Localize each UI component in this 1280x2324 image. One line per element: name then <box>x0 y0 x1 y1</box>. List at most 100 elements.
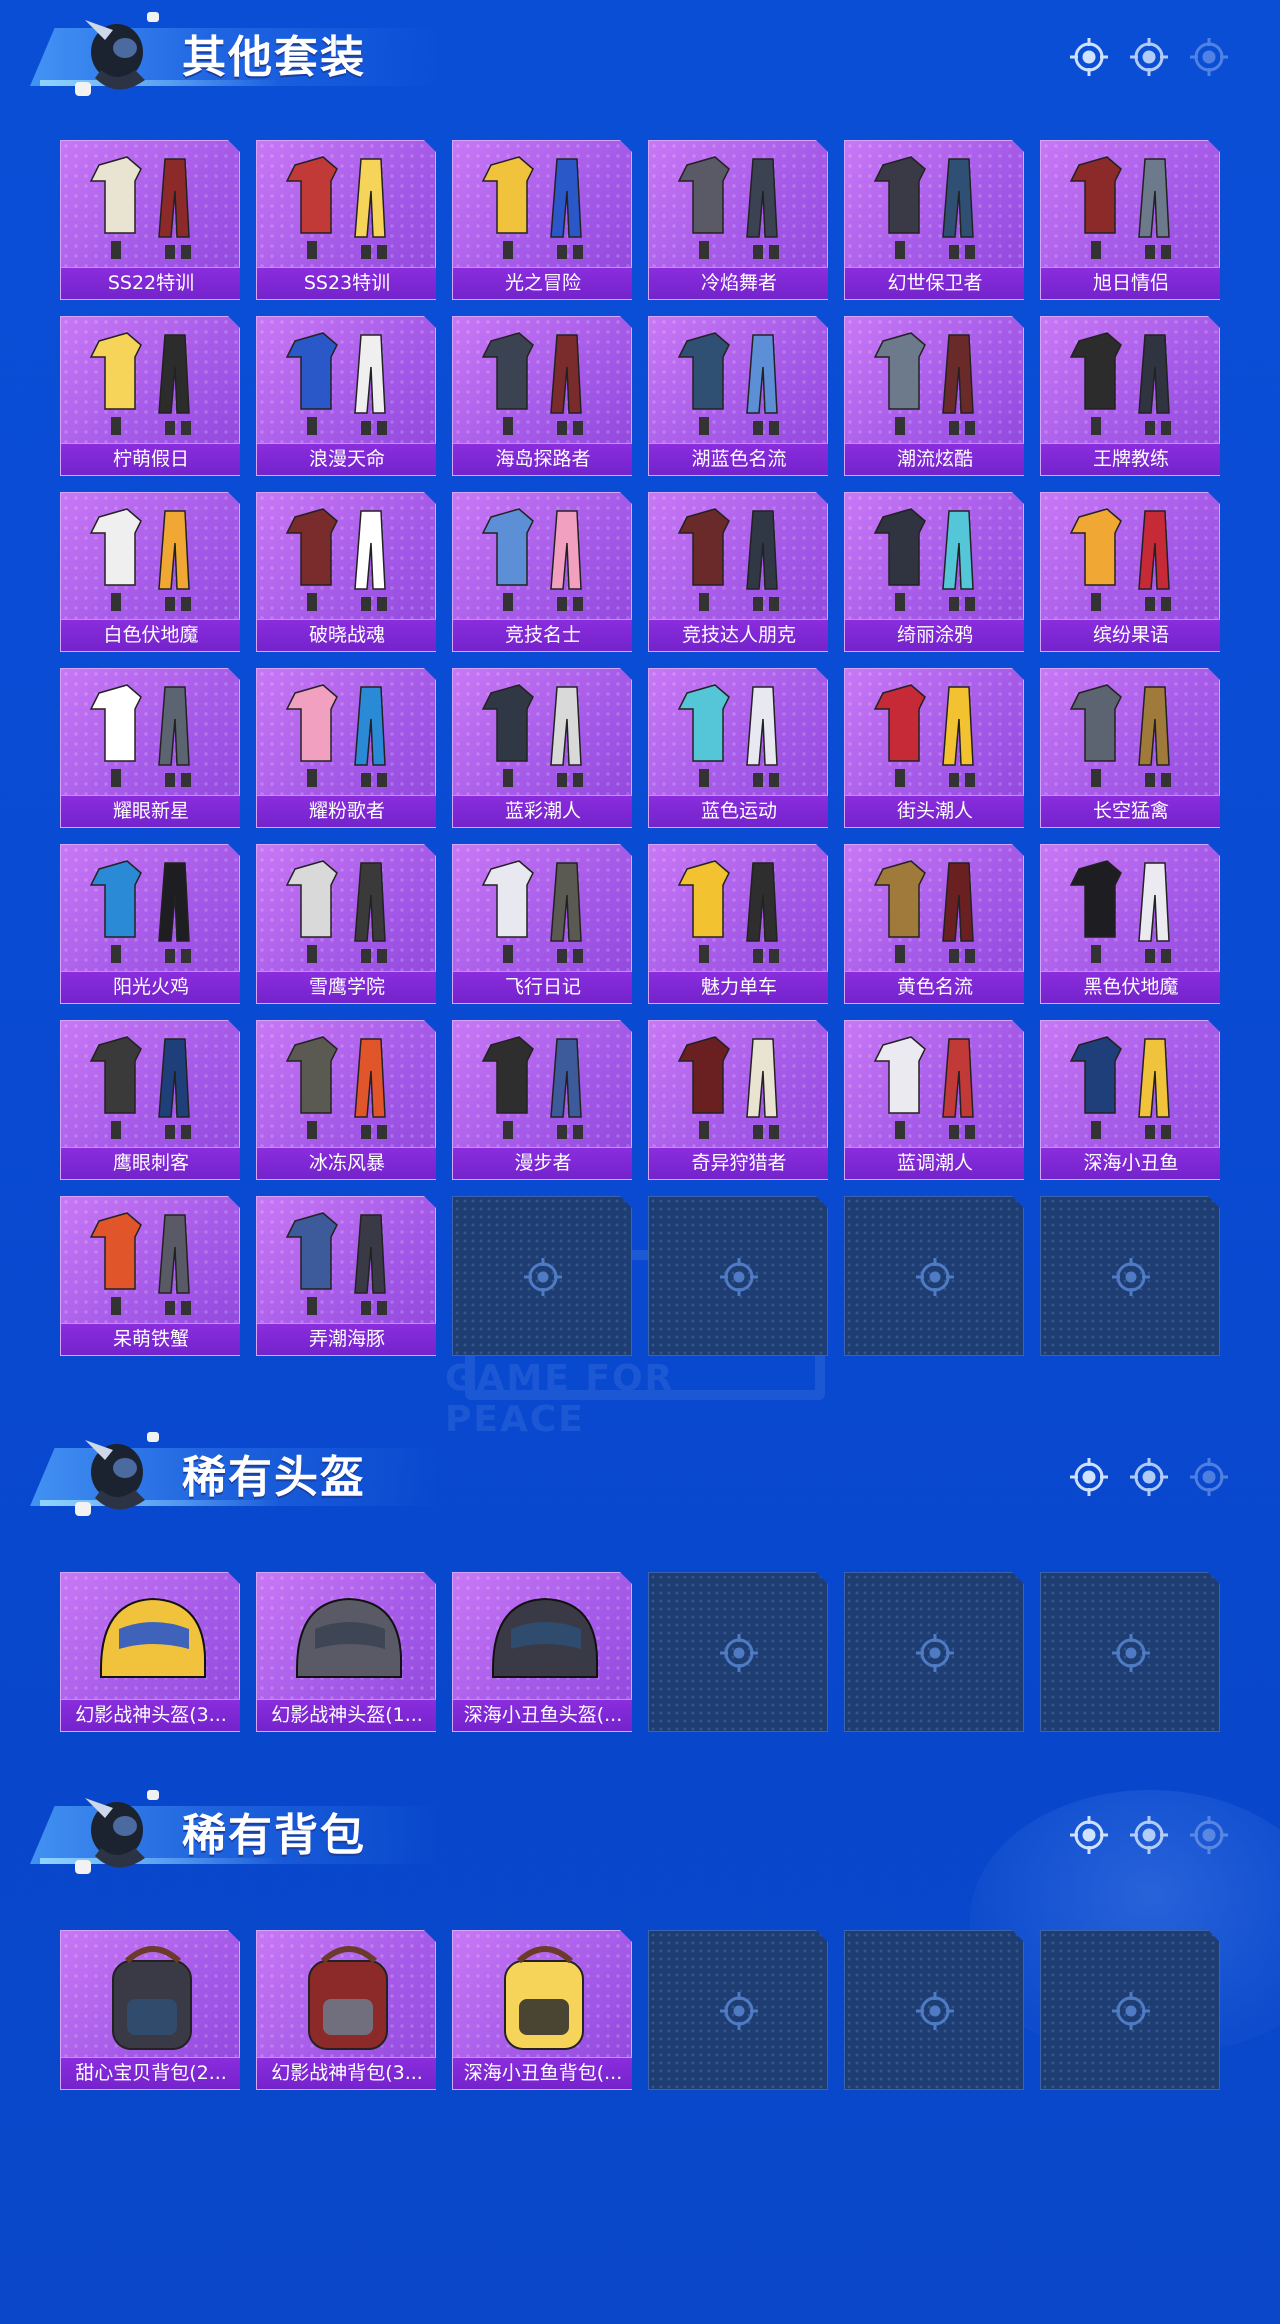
item-card[interactable]: 漫步者 <box>452 1020 632 1180</box>
outfit-image <box>481 508 583 611</box>
item-card[interactable]: 幻世保卫者 <box>844 140 1024 300</box>
item-card[interactable]: 柠萌假日 <box>60 316 240 476</box>
item-card[interactable]: 鹰眼刺客 <box>60 1020 240 1180</box>
item-name: 白色伏地魔 <box>61 619 240 651</box>
outfit-image <box>285 156 387 259</box>
outfit-image <box>677 156 779 259</box>
item-name: 耀眼新星 <box>61 795 240 827</box>
item-card[interactable]: 潮流炫酷 <box>844 316 1024 476</box>
item-card[interactable]: 绮丽涂鸦 <box>844 492 1024 652</box>
item-card[interactable]: 呆萌铁蟹 <box>60 1196 240 1356</box>
item-card[interactable]: 黄色名流 <box>844 844 1024 1004</box>
item-card[interactable]: 蓝调潮人 <box>844 1020 1024 1180</box>
crosshair-icon <box>1130 38 1168 76</box>
outfit-image <box>89 332 191 435</box>
item-card[interactable]: 深海小丑鱼背包(... <box>452 1930 632 2090</box>
item-name: 甜心宝贝背包(2... <box>61 2057 240 2089</box>
item-card[interactable]: 深海小丑鱼 <box>1040 1020 1220 1180</box>
outfit-image <box>873 508 975 611</box>
item-card[interactable]: 竞技名士 <box>452 492 632 652</box>
outfit-image <box>285 1036 387 1139</box>
item-card[interactable]: 阳光火鸡 <box>60 844 240 1004</box>
item-name: 旭日情侣 <box>1041 267 1220 299</box>
item-card[interactable]: 长空猛禽 <box>1040 668 1220 828</box>
item-card[interactable]: 耀眼新星 <box>60 668 240 828</box>
item-name: 潮流炫酷 <box>845 443 1024 475</box>
empty-slot <box>648 1572 828 1732</box>
item-card[interactable]: 冷焰舞者 <box>648 140 828 300</box>
item-name: 光之冒险 <box>453 267 632 299</box>
outfit-image <box>285 860 387 963</box>
item-card[interactable]: 幻影战神头盔(1... <box>256 1572 436 1732</box>
item-card[interactable]: 白色伏地魔 <box>60 492 240 652</box>
item-card[interactable]: 魅力单车 <box>648 844 828 1004</box>
outfit-image <box>481 860 583 963</box>
item-name: 浪漫天命 <box>257 443 436 475</box>
item-card[interactable]: 奇异狩猎者 <box>648 1020 828 1180</box>
item-card[interactable]: 幻影战神头盔(3... <box>60 1572 240 1732</box>
outfit-image <box>481 332 583 435</box>
outfit-image <box>1069 508 1171 611</box>
outfit-image <box>1069 1036 1171 1139</box>
item-card[interactable]: 蓝彩潮人 <box>452 668 632 828</box>
item-card[interactable]: 光之冒险 <box>452 140 632 300</box>
section-title: 稀有头盔 <box>182 1452 366 1503</box>
item-name: 竞技达人朋克 <box>649 619 828 651</box>
item-card[interactable]: 破晓战魂 <box>256 492 436 652</box>
item-card[interactable]: 甜心宝贝背包(2... <box>60 1930 240 2090</box>
item-name: 街头潮人 <box>845 795 1024 827</box>
outfit-image <box>89 1212 191 1315</box>
empty-slot <box>844 1196 1024 1356</box>
item-card[interactable]: 深海小丑鱼头盔(... <box>452 1572 632 1732</box>
crosshair-icon <box>1130 1816 1168 1854</box>
section-0: 其他套装 SS22特训 SS23特训 光之冒险 冷焰舞者 幻世保卫者 旭日情侣 … <box>0 0 1280 1356</box>
item-name: 竞技名士 <box>453 619 632 651</box>
item-card[interactable]: 湖蓝色名流 <box>648 316 828 476</box>
item-card[interactable]: SS22特训 <box>60 140 240 300</box>
item-name: 飞行日记 <box>453 971 632 1003</box>
item-card[interactable]: 弄潮海豚 <box>256 1196 436 1356</box>
outfit-image <box>285 684 387 787</box>
backpack-image <box>112 1946 192 2050</box>
mascot-icon <box>75 1432 159 1516</box>
helmet-image <box>100 1597 206 1678</box>
empty-slot <box>648 1196 828 1356</box>
item-name: 冰冻风暴 <box>257 1147 436 1179</box>
item-card[interactable]: 蓝色运动 <box>648 668 828 828</box>
item-card[interactable]: 王牌教练 <box>1040 316 1220 476</box>
empty-slot <box>1040 1930 1220 2090</box>
item-name: SS23特训 <box>257 267 436 299</box>
item-name: SS22特训 <box>61 267 240 299</box>
item-card[interactable]: 街头潮人 <box>844 668 1024 828</box>
item-card[interactable]: SS23特训 <box>256 140 436 300</box>
crosshair-icon <box>1130 1458 1168 1496</box>
item-name: 破晓战魂 <box>257 619 436 651</box>
item-name: 绮丽涂鸦 <box>845 619 1024 651</box>
empty-slot <box>844 1572 1024 1732</box>
item-card[interactable]: 飞行日记 <box>452 844 632 1004</box>
outfit-image <box>677 684 779 787</box>
section-header: 稀有头盔 <box>0 1420 1280 1540</box>
crosshair-icon <box>916 1258 954 1296</box>
item-card[interactable]: 雪鹰学院 <box>256 844 436 1004</box>
item-card[interactable]: 黑色伏地魔 <box>1040 844 1220 1004</box>
item-card[interactable]: 旭日情侣 <box>1040 140 1220 300</box>
backpack-image <box>308 1946 388 2050</box>
crosshair-icon <box>524 1258 562 1296</box>
item-card[interactable]: 幻影战神背包(3... <box>256 1930 436 2090</box>
item-card[interactable]: 浪漫天命 <box>256 316 436 476</box>
outfit-image <box>873 684 975 787</box>
item-card[interactable]: 冰冻风暴 <box>256 1020 436 1180</box>
item-card[interactable]: 缤纷果语 <box>1040 492 1220 652</box>
outfit-image <box>89 156 191 259</box>
item-grid: 幻影战神头盔(3... 幻影战神头盔(1... 深海小丑鱼头盔(... <box>60 1572 1220 1732</box>
item-card[interactable]: 耀粉歌者 <box>256 668 436 828</box>
item-name: 海岛探路者 <box>453 443 632 475</box>
item-card[interactable]: 海岛探路者 <box>452 316 632 476</box>
item-card[interactable]: 竞技达人朋克 <box>648 492 828 652</box>
outfit-image <box>873 1036 975 1139</box>
crosshair-decoration <box>1068 1456 1230 1498</box>
crosshair-icon <box>1112 1992 1150 2030</box>
outfit-image <box>89 860 191 963</box>
section-1: 稀有头盔 幻影战神头盔(3... 幻影战神头盔(1... 深海小丑鱼头盔(... <box>0 1420 1280 1732</box>
